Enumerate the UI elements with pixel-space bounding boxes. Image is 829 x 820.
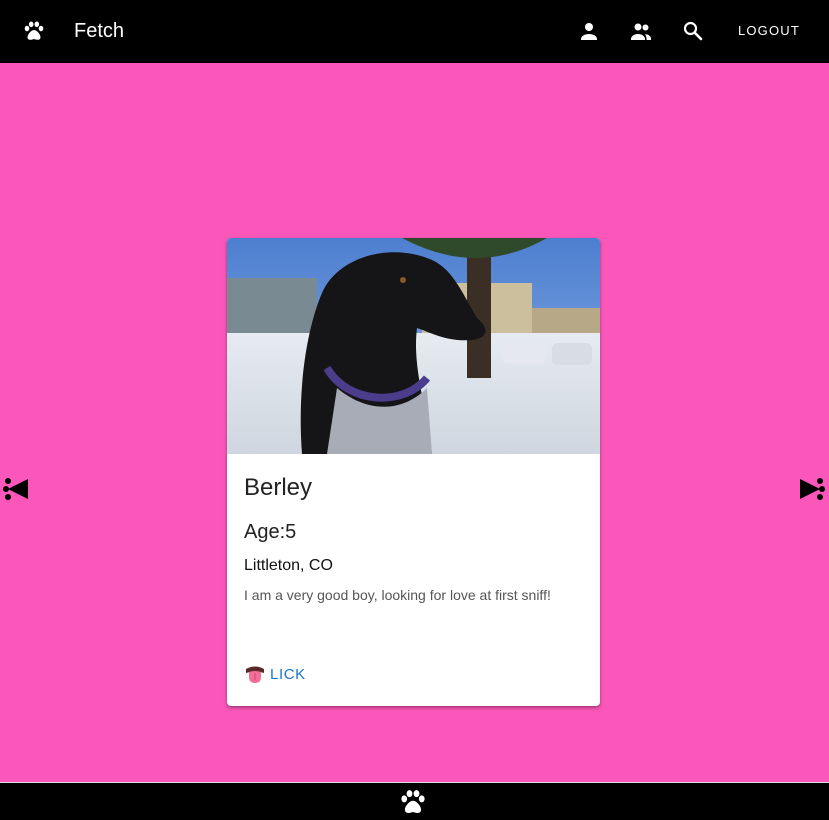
dog-photo: [227, 238, 600, 454]
previous-paw-arrow-icon[interactable]: [2, 474, 32, 504]
footer-bar: [0, 782, 829, 820]
search-icon[interactable]: [681, 19, 705, 43]
paw-icon: [401, 790, 425, 813]
lick-label: LICK: [270, 665, 306, 683]
profile-name: Berley: [244, 474, 313, 501]
lick-button[interactable]: LICK: [244, 662, 306, 686]
profile-bio: I am a very good boy, looking for love a…: [244, 587, 551, 603]
tongue-icon: [246, 666, 264, 683]
profile-location: Littleton, CO: [244, 557, 333, 574]
profile-age: Age:5: [244, 521, 297, 543]
profile-card: Berley Age:5 Littleton, CO I am a very g…: [227, 238, 600, 706]
person-icon[interactable]: [577, 19, 601, 43]
app-title: Fetch: [74, 20, 125, 42]
next-paw-arrow-icon[interactable]: [796, 474, 826, 504]
paw-logo-icon[interactable]: [22, 19, 46, 43]
logout-button[interactable]: LOGOUT: [729, 14, 809, 48]
people-icon[interactable]: [629, 19, 653, 43]
app-bar: Fetch LOGOUT: [0, 0, 829, 63]
